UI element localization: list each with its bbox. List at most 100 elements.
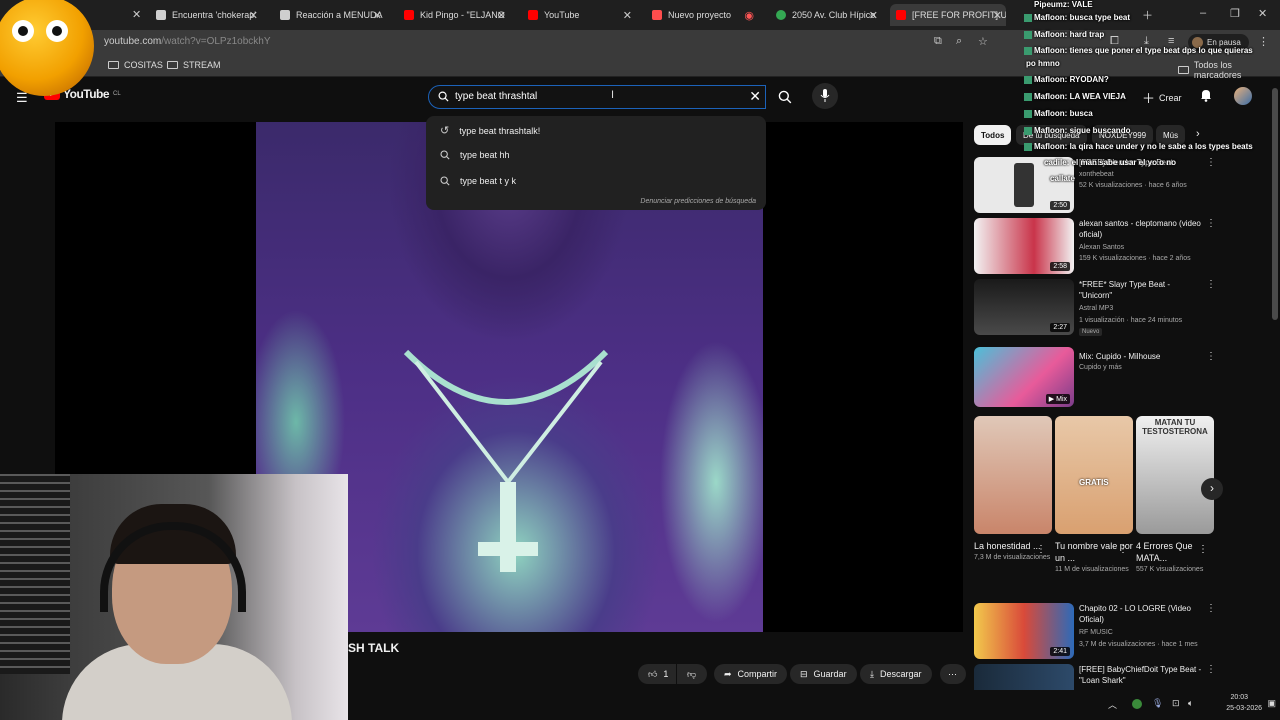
browser-tab[interactable]: Reacción a MENUDA ✕ [274,4,386,26]
short-thumbnail[interactable]: MATAN TU TESTOSTERONA [1136,416,1214,534]
youtube-favicon-icon [528,10,538,20]
short-thumbnail[interactable] [974,416,1052,534]
search-suggestions-dropdown: ↺ type beat thrashtalk! type beat hh typ… [426,116,766,210]
chat-badge-icon [1024,126,1032,135]
more-actions-button[interactable]: ⋯ [940,664,966,684]
bookmark-folder-stream[interactable]: STREAM [167,60,221,70]
chat-badge-icon [1024,92,1032,101]
suggestion-item[interactable]: ↺ type beat thrashtalk! [440,124,540,137]
chat-badge-icon [1024,75,1032,84]
video-thumbnail[interactable]: 2:41 [974,603,1074,659]
notifications-icon[interactable]: ▣ [1267,698,1276,709]
download-label: Descargar [879,669,922,679]
volume-icon[interactable]: 🔈︎ [1188,698,1193,709]
short-views: 11 M de visualizaciones [1055,566,1129,573]
cast-icon[interactable]: ⧉ [934,35,942,48]
clear-search-icon[interactable]: ✕ [749,88,761,105]
browser-tab[interactable]: YouTube ✕ [522,4,636,26]
video-meta: 52 K visualizaciones · hace 6 años [1079,182,1187,189]
voice-search-button[interactable] [812,83,838,109]
project-favicon-icon [652,10,662,20]
more-options-icon[interactable]: ⋮ [1206,279,1216,290]
close-tab-icon[interactable]: ✕ [132,8,141,21]
short-thumbnail[interactable]: GRATIS [1055,416,1133,534]
recommendation-item[interactable]: 2:27 *FREE* Slayr Type Beat - "Unicorn" … [974,279,1219,337]
network-icon[interactable]: ⊡ [1172,698,1180,709]
chat-message: po hmno [1026,59,1060,68]
dislike-button[interactable]: 👎︎ [677,664,707,684]
close-tab-icon[interactable]: ✕ [869,9,878,22]
browser-tab[interactable]: Encuentra 'chokerap' ✕ [150,4,262,26]
chat-message: Mafloon: RYODAN? [1024,75,1109,84]
more-options-icon[interactable]: ⋮ [1118,544,1128,555]
short-caption: MATAN TU TESTOSTERONA [1142,418,1208,436]
suggestion-text: type beat hh [460,150,510,160]
bookmark-icon: ⊟ [800,668,808,679]
channel-name: Alexan Santos [1079,244,1125,251]
short-views: 557 K visualizaciones [1136,566,1204,573]
browser-tab[interactable]: Nuevo proyecto ◉ [646,4,758,26]
chat-message: Mafloon: la qira hace under y no le sabe… [1024,142,1253,151]
video-thumbnail[interactable]: 2:27 [974,279,1074,335]
bookmark-star-icon[interactable]: ☆ [978,35,988,48]
tray-app-icon[interactable] [1132,699,1142,709]
tab-label: Nuevo proyecto [668,10,732,20]
recommendation-title: alexan santos - cleptomano (video oficia… [1079,219,1201,239]
tiktok-icon [280,10,290,20]
more-options-icon[interactable]: ⋮ [1206,218,1216,229]
close-tab-icon[interactable]: ✕ [497,9,506,22]
chat-message: Mafloon: hard trap [1024,30,1104,39]
download-icon: ⤓ [870,668,874,679]
system-taskbar: ︿ 🎙︎ ⊡ 🔈︎ 20:03 25-03-2026 ▣ [1100,690,1280,720]
browser-tab[interactable]: Kid Pingo - "ELJANO ✕ [398,4,510,26]
close-tab-icon[interactable]: ✕ [249,9,258,22]
short-item[interactable]: La honestidad ... 7,3 M de visualizacion… [974,416,1052,563]
chat-message: Pipeumz: VALE [1034,0,1093,9]
search-input[interactable]: type beat thrashtal I ✕ [428,85,766,109]
search-icon [440,176,450,186]
recommendation-item[interactable]: 2:58 alexan santos - cleptomano (video o… [974,218,1219,274]
close-tab-icon[interactable]: ✕ [993,9,1002,22]
logo-text: YouTube [63,87,110,101]
zoom-icon[interactable]: ⌕ [956,35,962,48]
more-options-icon[interactable]: ⋮ [1206,351,1216,362]
browser-tab-active[interactable]: [FREE FOR PROFIT] U ✕ [890,4,1006,26]
suggestion-item[interactable]: type beat hh [440,150,510,160]
url-field[interactable]: youtube.com/watch?v=OLPz1obckhY [104,36,271,47]
chevron-up-icon[interactable]: ︿ [1108,698,1117,711]
close-tab-icon[interactable]: ✕ [373,9,382,22]
recommendation-title: *FREE* Slayr Type Beat - "Unicorn" [1079,280,1170,300]
history-icon: ↺ [440,125,450,137]
search-button[interactable] [770,85,800,109]
recommendation-item[interactable]: 2:41 Chapito 02 - LO LOGRE (Video Oficia… [974,603,1219,659]
download-button[interactable]: ⤓ Descargar [860,664,932,684]
recommendation-item[interactable]: ▶ Mix Mix: Cupido - Milhouse Cupido y má… [974,347,1219,407]
chat-badge-icon [1024,46,1032,55]
browser-tab[interactable]: 2050 Av. Club Hípico ✕ [770,4,882,26]
report-predictions-link[interactable]: Denunciar predicciones de búsqueda [640,198,756,205]
close-tab-icon[interactable]: ✕ [623,9,632,22]
save-button[interactable]: ⊟ Guardar [790,664,857,684]
chat-message: Mafloon: tienes que poner el type beat d… [1024,46,1253,55]
shorts-next-button[interactable]: › [1201,478,1223,500]
chat-message: Mafloon: busca type beat [1024,13,1130,22]
mix-thumbnail[interactable]: ▶ Mix [974,347,1074,407]
chat-badge-icon [1024,109,1032,118]
suggestion-item[interactable]: type beat t y k [440,176,516,186]
chip-todos[interactable]: Todos [974,125,1012,145]
tab-label: YouTube [544,10,580,20]
more-options-icon[interactable]: ⋮ [1206,603,1216,614]
more-options-icon[interactable]: ⋮ [1036,544,1046,555]
like-button[interactable]: 👍︎ 1 [638,664,676,684]
share-button[interactable]: ➦ Compartir [714,664,788,684]
youtube-favicon-icon [404,10,414,20]
search-icon [778,90,792,104]
more-options-icon[interactable]: ⋮ [1206,664,1216,675]
recommendation-item[interactable]: [FREE] BabyChiefDoit Type Beat - "Loan S… [974,664,1219,690]
chevron-right-icon: › [1210,481,1214,495]
microphone-icon[interactable]: 🎙︎ [1152,698,1163,709]
video-thumbnail[interactable]: 2:58 [974,218,1074,274]
more-options-icon[interactable]: ⋮ [1198,544,1208,555]
video-thumbnail[interactable] [974,664,1074,690]
bookmark-folder-cositas[interactable]: COSITAS [108,60,163,70]
